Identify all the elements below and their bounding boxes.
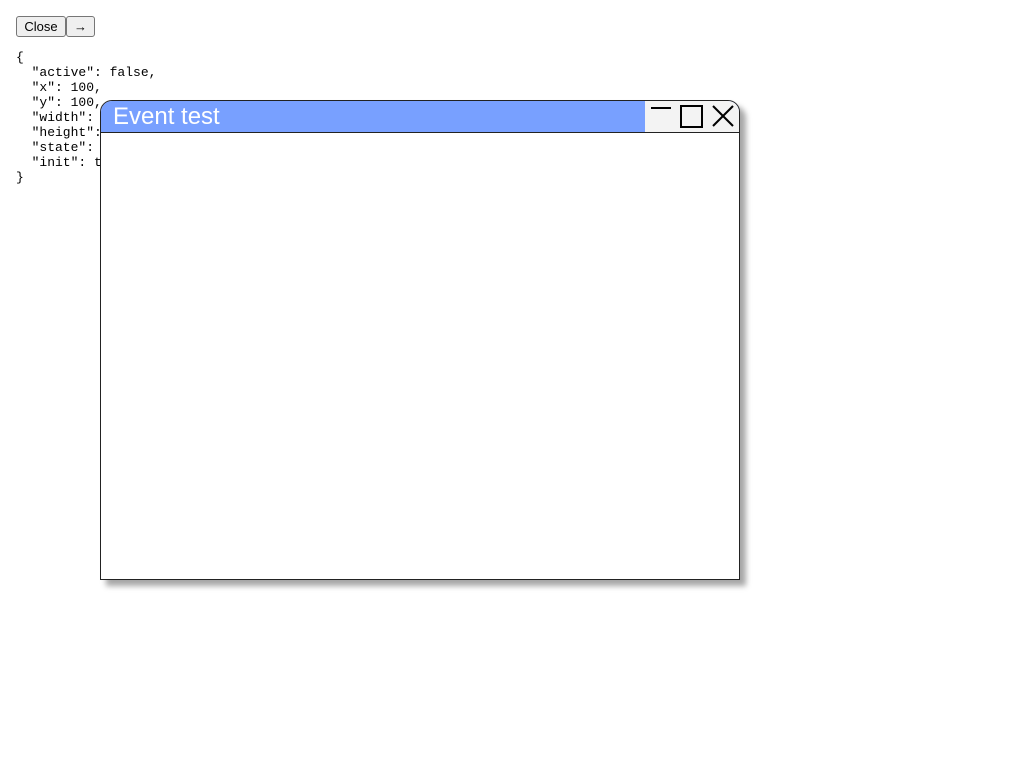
window-titlebar[interactable]: Event test xyxy=(101,101,739,133)
window-body xyxy=(101,133,739,579)
arrow-button[interactable]: → xyxy=(66,16,95,37)
close-button[interactable]: Close xyxy=(16,16,66,37)
minimize-button[interactable] xyxy=(645,101,677,132)
window-title: Event test xyxy=(113,103,220,130)
maximize-button[interactable] xyxy=(677,101,707,132)
toolbar: Close → xyxy=(16,16,95,37)
event-test-window[interactable]: Event test xyxy=(100,100,740,580)
close-icon xyxy=(712,105,734,127)
window-close-button[interactable] xyxy=(707,101,739,132)
window-controls xyxy=(645,101,739,132)
maximize-icon xyxy=(680,105,703,128)
minimize-icon xyxy=(651,107,671,109)
